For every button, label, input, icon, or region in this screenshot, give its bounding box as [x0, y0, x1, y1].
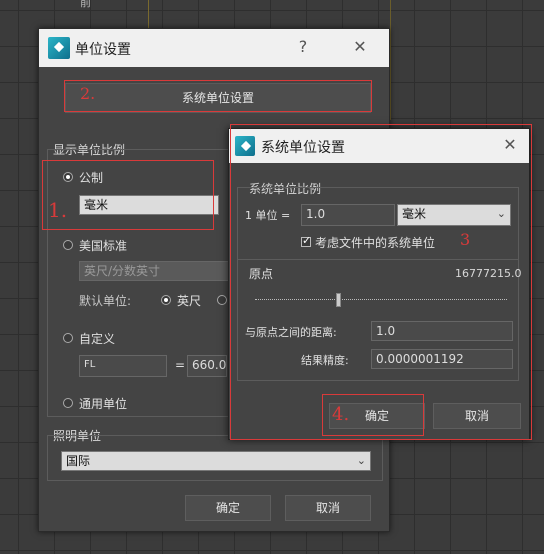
- cancel-button[interactable]: 取消: [285, 495, 371, 521]
- us-standard-radio[interactable]: [63, 240, 73, 250]
- close-icon[interactable]: ✕: [349, 37, 371, 56]
- title-bar[interactable]: 单位设置 ? ✕: [39, 29, 389, 67]
- chevron-down-icon: ⌄: [356, 454, 366, 467]
- annotation-note-4: 4.: [332, 404, 350, 425]
- viewport-border-line: [390, 0, 391, 120]
- generic-units-label: 通用单位: [79, 397, 128, 411]
- us-unit-select[interactable]: 英尺/分数英寸: [79, 261, 229, 281]
- default-unit-label: 默认单位:: [79, 294, 132, 308]
- feet-label: 英尺: [177, 294, 202, 308]
- lighting-units-select[interactable]: 国际 ⌄: [61, 451, 371, 471]
- custom-name-field[interactable]: FL: [79, 355, 167, 377]
- us-standard-label: 美国标准: [79, 239, 128, 253]
- annotation-note-3: 3: [460, 230, 471, 249]
- inches-radio[interactable]: [217, 295, 227, 305]
- annotation-box-1: [42, 160, 214, 230]
- ok-button[interactable]: 确定: [185, 495, 271, 521]
- lighting-units-value: 国际: [66, 454, 91, 468]
- app-logo-icon: [48, 37, 70, 59]
- annotation-box-system-dialog: [230, 124, 532, 440]
- annotation-note-1: 1.: [48, 198, 68, 222]
- viewport-border-line: [148, 0, 149, 28]
- help-button[interactable]: ?: [293, 37, 313, 56]
- custom-label: 自定义: [79, 332, 116, 346]
- custom-value-field[interactable]: 660.0: [187, 355, 227, 377]
- annotation-note-2: 2.: [80, 84, 96, 103]
- custom-equals: =: [175, 358, 186, 372]
- annotation-box-2: [64, 80, 372, 112]
- dialog-title: 单位设置: [75, 42, 131, 58]
- feet-radio[interactable]: [161, 295, 171, 305]
- viewport-label: 前: [80, 0, 91, 9]
- custom-radio[interactable]: [63, 333, 73, 343]
- generic-units-radio[interactable]: [63, 398, 73, 408]
